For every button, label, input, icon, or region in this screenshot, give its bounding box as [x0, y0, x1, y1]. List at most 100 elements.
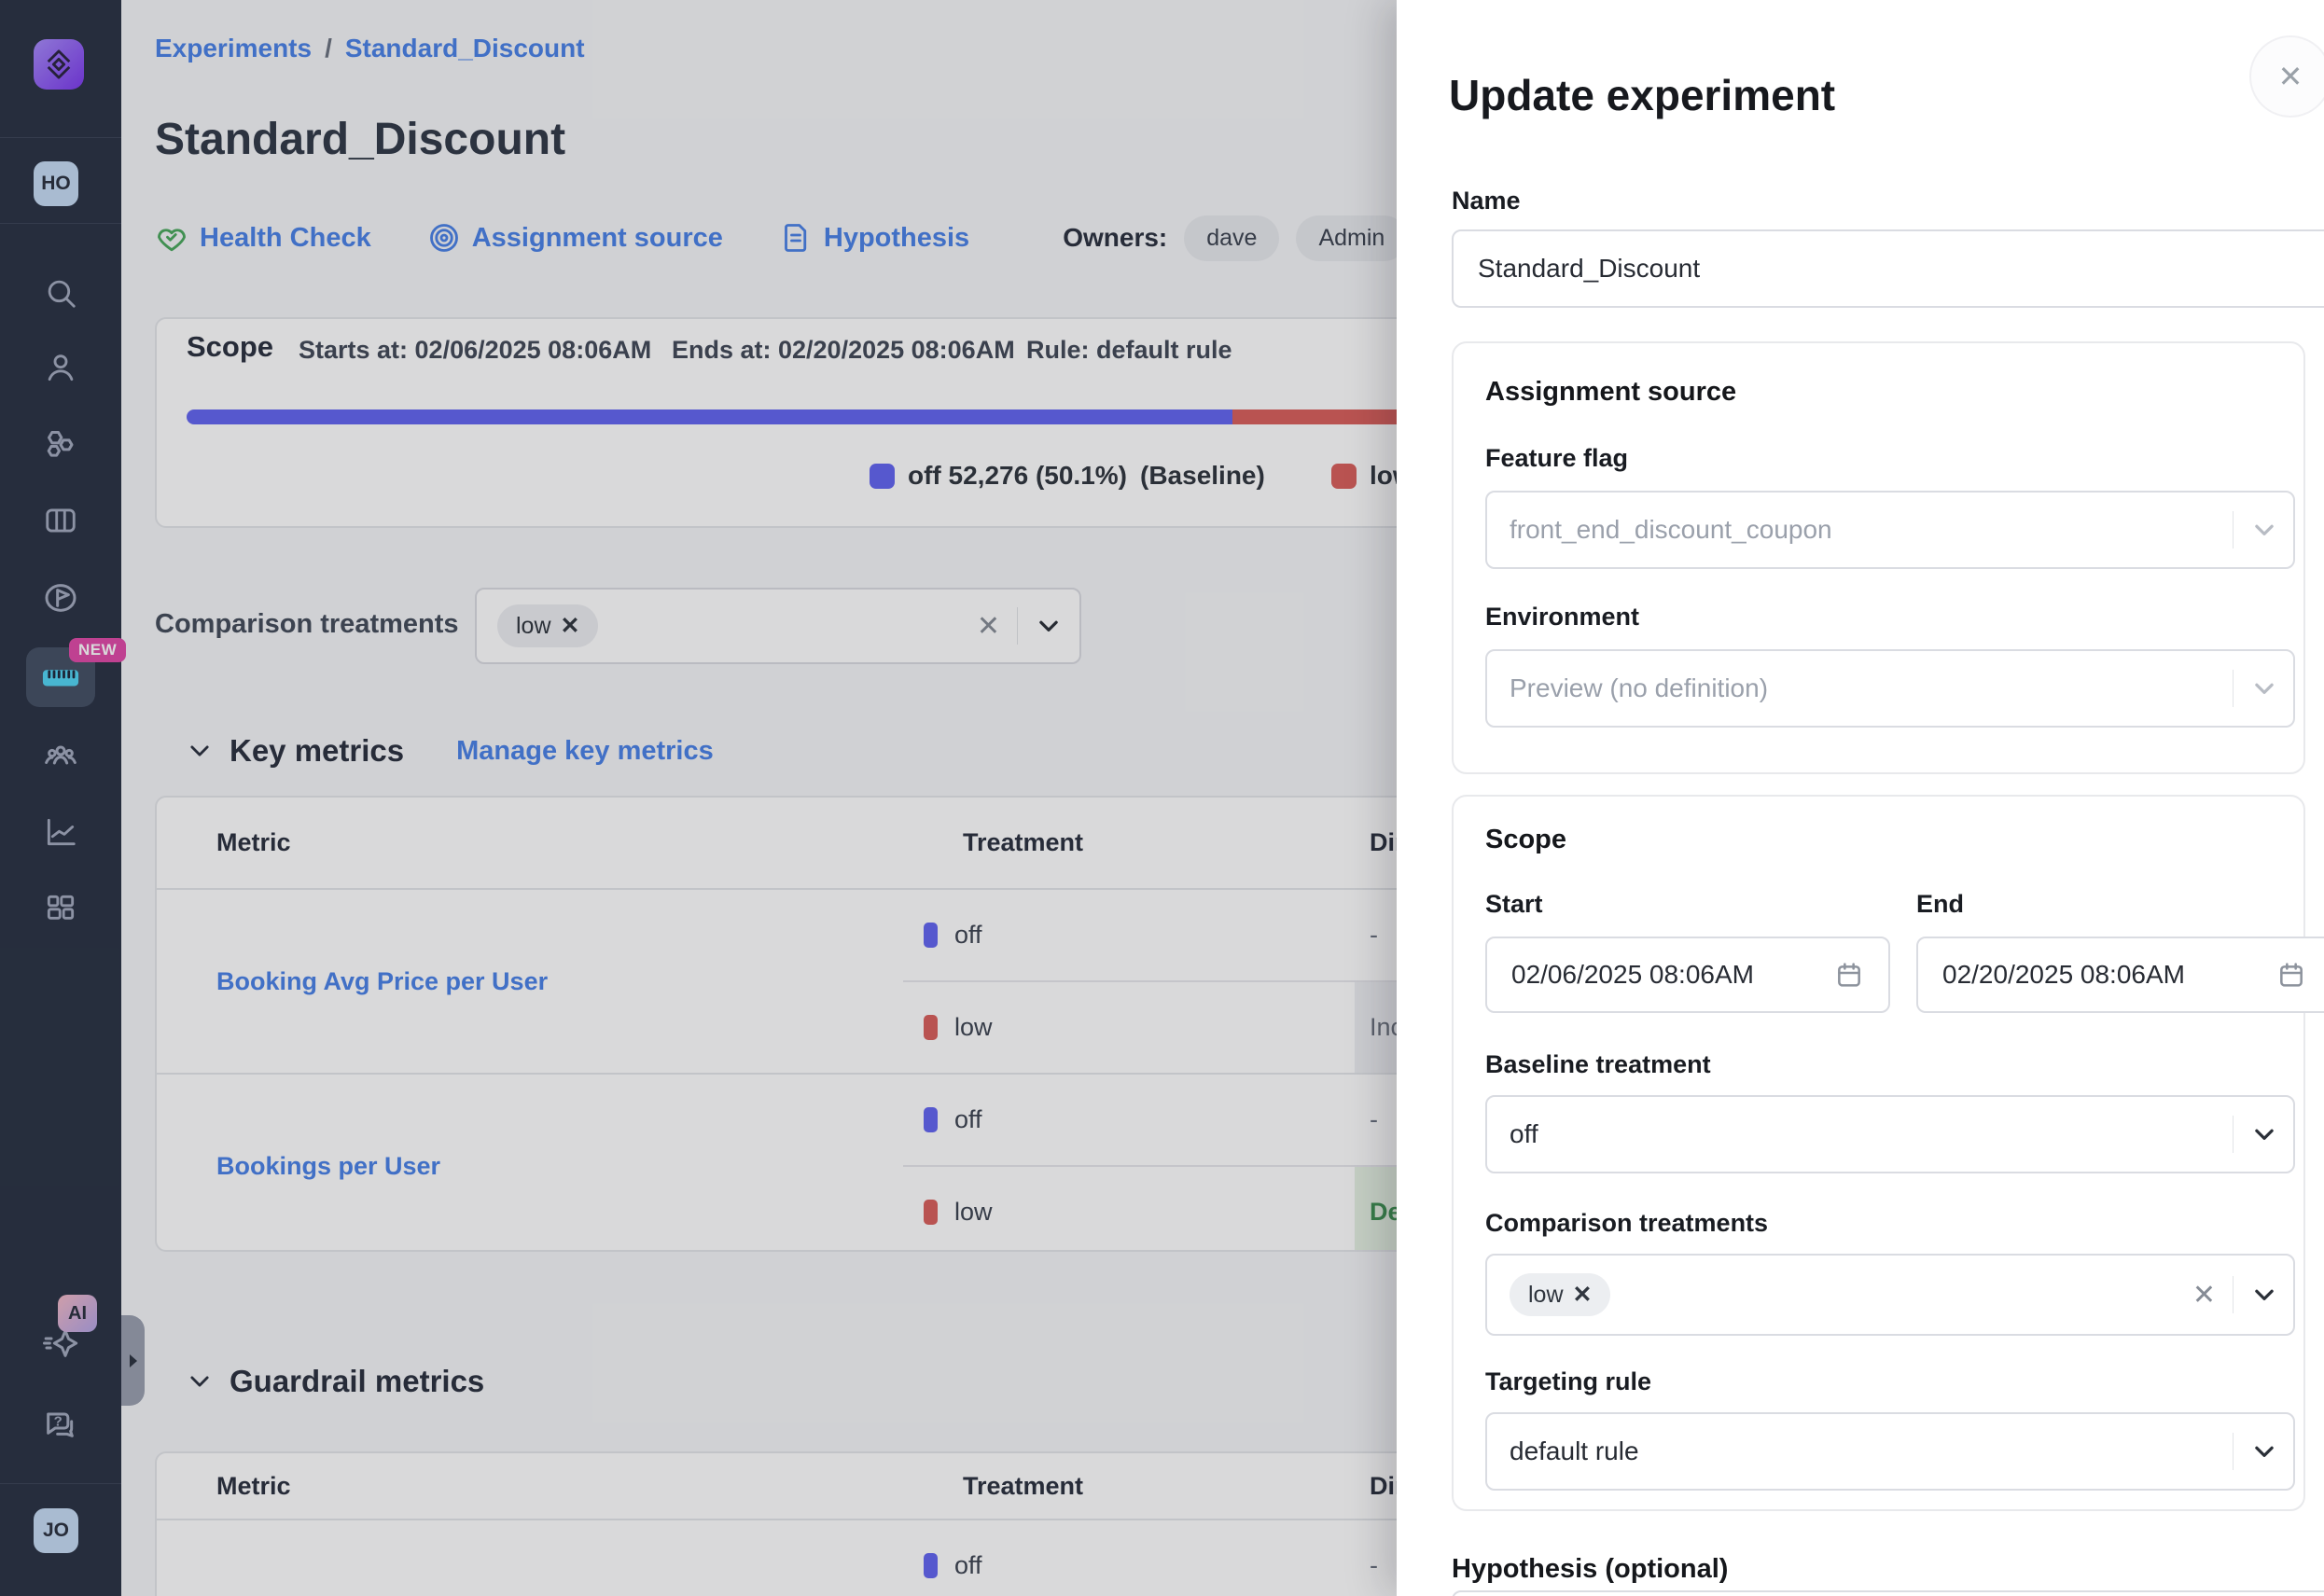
divider — [0, 137, 121, 138]
owner-chip[interactable]: Admin — [1296, 215, 1407, 261]
dashboard-grid-icon — [43, 891, 78, 926]
feature-flag-label: Feature flag — [1485, 444, 1628, 473]
baseline-suffix: (Baseline) — [1140, 461, 1265, 491]
chevron-down-icon[interactable] — [1035, 612, 1063, 640]
people-group-icon — [42, 737, 79, 774]
ai-badge: AI — [58, 1295, 97, 1332]
panel-title: Update experiment — [1449, 70, 1835, 120]
collapse-chevron-icon[interactable] — [187, 738, 213, 764]
workspace-badge[interactable]: HO — [34, 161, 78, 206]
sidebar-item-experiments[interactable]: NEW — [26, 647, 95, 707]
baseline-segment — [187, 409, 1232, 424]
targeting-rule-select[interactable]: default rule — [1485, 1412, 2295, 1491]
metric-link[interactable]: Booking Avg Price per User — [216, 967, 548, 996]
panel-expand-handle[interactable] — [121, 1315, 145, 1406]
page-title: Standard_Discount — [155, 114, 565, 165]
scope-card: Scope Start End 02/06/2025 08:06AM 02/20… — [1452, 795, 2305, 1511]
metric-link[interactable]: Bookings per User — [216, 1152, 440, 1181]
user-avatar-badge[interactable]: JO — [34, 1508, 78, 1553]
start-label: Start — [1485, 890, 1543, 919]
treatment-chip-low[interactable]: low ✕ — [497, 604, 598, 647]
breadcrumb-link-experiments[interactable]: Experiments — [155, 34, 312, 63]
sidebar-item-flags[interactable] — [26, 414, 95, 474]
chip-remove-icon[interactable]: ✕ — [561, 612, 580, 640]
col-metric: Metric — [157, 1472, 903, 1501]
sidebar-item-releases[interactable] — [26, 568, 95, 628]
divider — [0, 1483, 121, 1484]
clear-icon[interactable]: ✕ — [2192, 1279, 2216, 1311]
collapse-chevron-icon[interactable] — [187, 1368, 213, 1395]
chip-remove-icon[interactable]: ✕ — [1573, 1281, 1593, 1309]
owner-chip[interactable]: dave — [1184, 215, 1279, 261]
target-icon — [427, 221, 461, 255]
col-treatment: Treatment — [903, 1472, 1355, 1501]
heart-check-icon — [155, 221, 188, 255]
sidebar-item-dashboards[interactable] — [26, 879, 95, 938]
sidebar-item-segments[interactable] — [26, 491, 95, 550]
logo-glyph — [43, 49, 75, 80]
calendar-icon[interactable] — [1834, 960, 1864, 990]
new-badge: NEW — [69, 638, 126, 662]
sidebar-item-help[interactable]: ? — [26, 1395, 95, 1455]
hexagons-icon — [42, 425, 79, 463]
line-chart-icon — [43, 814, 78, 850]
sidebar-item-ai-assistant[interactable]: AI — [26, 1313, 95, 1373]
comparison-treatments-select[interactable]: low ✕ ✕ — [475, 588, 1081, 664]
comparison-treatments-label: Comparison treatments — [155, 609, 459, 640]
feature-flag-select: front_end_discount_coupon — [1485, 491, 2295, 569]
divider — [0, 223, 121, 224]
chevron-down-icon[interactable] — [2250, 1281, 2278, 1309]
divider — [2233, 1276, 2234, 1313]
treatment-swatch — [924, 1015, 938, 1040]
sidebar-item-users[interactable] — [26, 338, 95, 397]
assignment-source-link[interactable]: Assignment source — [427, 221, 723, 255]
health-check-link[interactable]: Health Check — [155, 221, 371, 255]
environment-select: Preview (no definition) — [1485, 649, 2295, 728]
treatment-swatch — [924, 1553, 938, 1578]
end-date-input[interactable]: 02/20/2025 08:06AM — [1916, 937, 2324, 1013]
close-button[interactable]: ✕ — [2249, 35, 2324, 118]
hypothesis-label: Hypothesis (optional) — [1452, 1554, 1728, 1585]
chevron-down-icon — [2250, 516, 2278, 544]
owners-label: Owners: — [1063, 223, 1167, 253]
treatment-chip-low[interactable]: low ✕ — [1510, 1273, 1610, 1316]
sidebar-item-search[interactable] — [26, 263, 95, 323]
ends-at-text: Ends at: 02/20/2025 08:06AM — [672, 336, 1015, 365]
start-date-input[interactable]: 02/06/2025 08:06AM — [1485, 937, 1890, 1013]
clear-icon[interactable]: ✕ — [977, 610, 1000, 643]
baseline-treatment-select[interactable]: off — [1485, 1095, 2295, 1173]
name-input[interactable]: Standard_Discount — [1452, 229, 2324, 308]
comparison-swatch — [1331, 464, 1357, 489]
chevron-down-icon[interactable] — [2250, 1437, 2278, 1465]
chevron-down-icon[interactable] — [2250, 1120, 2278, 1148]
hypothesis-textarea[interactable] — [1452, 1590, 2324, 1596]
targeting-rule-label: Targeting rule — [1485, 1367, 1651, 1396]
manage-key-metrics-link[interactable]: Manage key metrics — [456, 736, 714, 767]
update-experiment-panel: Update experiment ✕ Name Standard_Discou… — [1397, 0, 2324, 1596]
sidebar-item-analytics[interactable] — [26, 802, 95, 862]
person-icon — [43, 350, 78, 385]
guardrail-metrics-title: Guardrail metrics — [230, 1364, 484, 1399]
sidebar: HO NEW — [0, 0, 121, 1596]
assignment-source-card: Assignment source Feature flag front_end… — [1452, 341, 2305, 774]
sidebar-item-audience[interactable] — [26, 726, 95, 785]
baseline-label: off 52,276 (50.1%) — [908, 461, 1127, 491]
name-label: Name — [1452, 187, 1521, 215]
panel-comparison-treatments-select[interactable]: low ✕ ✕ — [1485, 1254, 2295, 1336]
hypothesis-link[interactable]: Hypothesis — [779, 221, 969, 255]
treatment-swatch — [924, 1200, 938, 1225]
baseline-swatch — [870, 464, 895, 489]
breadcrumb-separator: / — [325, 34, 332, 63]
guardrail-metrics-header: Guardrail metrics — [187, 1364, 484, 1399]
statsig-logo[interactable] — [34, 39, 84, 90]
scope-title: Scope — [1485, 825, 1566, 855]
calendar-icon[interactable] — [2276, 960, 2306, 990]
breadcrumb: Experiments / Standard_Discount — [155, 34, 585, 63]
col-treatment: Treatment — [903, 828, 1355, 857]
assignment-source-title: Assignment source — [1485, 377, 1736, 408]
breadcrumb-link-experiment[interactable]: Standard_Discount — [345, 34, 585, 63]
divider — [1017, 607, 1018, 645]
flag-circle-icon — [42, 579, 79, 617]
rule-text: Rule: default rule — [1026, 336, 1232, 365]
scope-card-title: Scope — [187, 330, 273, 364]
